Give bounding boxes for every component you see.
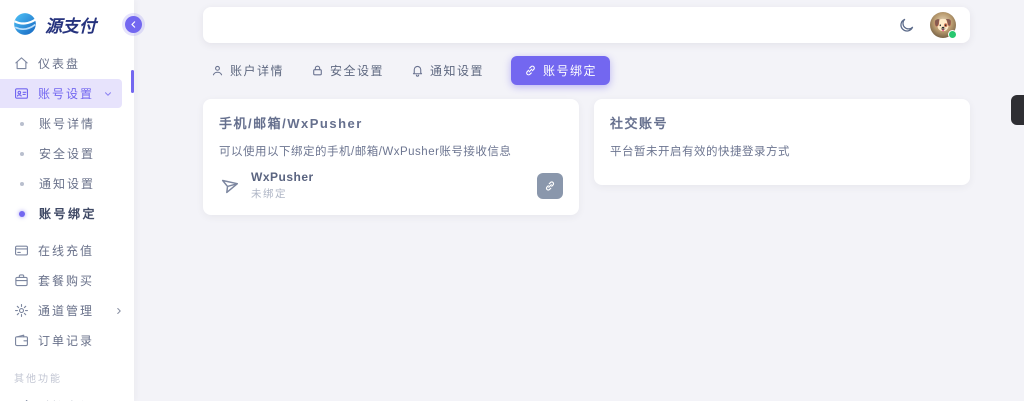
social-card-title: 社交账号 xyxy=(610,113,954,132)
tab-security-settings[interactable]: 安全设置 xyxy=(311,62,384,79)
sidebar-section-label: 其他功能 xyxy=(0,356,134,391)
link-icon xyxy=(524,64,537,77)
link-icon xyxy=(544,180,556,192)
dark-mode-toggle[interactable] xyxy=(898,17,915,34)
provider-status: 未绑定 xyxy=(251,186,314,201)
sidebar-item-api-keys[interactable]: 对接密钥 xyxy=(0,392,134,401)
sidebar-subitem-label: 安全设置 xyxy=(39,145,95,162)
chevron-right-icon xyxy=(114,306,124,316)
tab-label: 通知设置 xyxy=(430,62,484,79)
brand-name: 源支付 xyxy=(45,12,96,37)
cards-row: 手机/邮箱/WxPusher 可以使用以下绑定的手机/邮箱/WxPusher账号… xyxy=(203,99,970,215)
wallet-icon xyxy=(14,333,29,348)
binding-card-description: 可以使用以下绑定的手机/邮箱/WxPusher账号接收信息 xyxy=(219,143,563,159)
dashboard-icon xyxy=(14,56,29,71)
tab-account-binding[interactable]: 账号绑定 xyxy=(511,56,610,85)
sidebar-item-package-purchase[interactable]: 套餐购买 xyxy=(0,266,134,295)
sidebar-item-online-recharge[interactable]: 在线充值 xyxy=(0,236,134,265)
binding-card: 手机/邮箱/WxPusher 可以使用以下绑定的手机/邮箱/WxPusher账号… xyxy=(203,99,579,215)
globe-logo-icon xyxy=(12,11,38,37)
sidebar-subitem-security-settings[interactable]: 安全设置 xyxy=(0,139,134,168)
provider-name: WxPusher xyxy=(251,170,314,184)
user-avatar[interactable]: 🐶 xyxy=(930,12,956,38)
sidebar-item-dashboard[interactable]: 仪表盘 xyxy=(0,49,134,78)
bullet-dot-icon xyxy=(14,211,29,217)
bullet-dot-icon xyxy=(14,152,29,156)
tab-notification-settings[interactable]: 通知设置 xyxy=(411,62,484,79)
tab-label: 安全设置 xyxy=(330,62,384,79)
bind-wxpusher-button[interactable] xyxy=(537,173,563,199)
social-accounts-card: 社交账号 平台暂未开启有效的快捷登录方式 xyxy=(594,99,970,185)
sidebar-item-account-settings[interactable]: 账号设置 xyxy=(0,79,122,108)
bullet-dot-icon xyxy=(14,182,29,186)
chevron-down-icon xyxy=(103,89,113,99)
credit-card-icon xyxy=(14,243,29,258)
id-card-icon xyxy=(14,86,29,101)
sidebar-collapse-button[interactable] xyxy=(125,16,142,33)
provider-texts: WxPusher 未绑定 xyxy=(251,170,314,201)
wxpusher-provider-row: WxPusher 未绑定 xyxy=(219,170,563,201)
sidebar-subitem-label: 账号详情 xyxy=(39,115,95,132)
main-content: 🐶 账户详情 安全设置 通知设置 账号绑定 xyxy=(134,0,1024,401)
sidebar-item-label: 订单记录 xyxy=(38,332,94,349)
sidebar-nav: 仪表盘 账号设置 账号详情 安全设置 通知设置 账号绑定 xyxy=(0,46,134,401)
sidebar-subitem-account-binding[interactable]: 账号绑定 xyxy=(0,199,134,228)
sidebar-subitem-notification-settings[interactable]: 通知设置 xyxy=(0,169,134,198)
sidebar-item-label: 仪表盘 xyxy=(38,55,80,72)
lock-icon xyxy=(311,64,324,77)
sidebar-item-label: 账号设置 xyxy=(38,85,94,102)
tab-label: 账户详情 xyxy=(230,62,284,79)
tab-account-details[interactable]: 账户详情 xyxy=(211,62,284,79)
social-card-description: 平台暂未开启有效的快捷登录方式 xyxy=(610,143,954,159)
sidebar-item-label: 在线充值 xyxy=(38,242,94,259)
bullet-dot-icon xyxy=(14,122,29,126)
binding-card-title: 手机/邮箱/WxPusher xyxy=(219,113,563,132)
settings-drawer-handle[interactable] xyxy=(1011,95,1024,125)
sidebar-item-label: 套餐购买 xyxy=(38,272,94,289)
sidebar-item-order-records[interactable]: 订单记录 xyxy=(0,326,134,355)
active-menu-indicator xyxy=(131,70,134,93)
top-header-bar: 🐶 xyxy=(203,7,970,43)
sidebar-subitem-account-details[interactable]: 账号详情 xyxy=(0,109,134,138)
sidebar-item-channel-management[interactable]: 通道管理 xyxy=(0,296,134,325)
bell-icon xyxy=(411,64,424,77)
user-icon xyxy=(211,64,224,77)
wxpusher-logo-icon xyxy=(219,175,241,197)
briefcase-icon xyxy=(14,273,29,288)
sidebar: 源支付 仪表盘 账号设置 账号详情 安全设置 通知设 xyxy=(0,0,134,401)
chevron-left-icon xyxy=(129,20,138,29)
tab-label: 账号绑定 xyxy=(543,62,597,79)
settings-tabs: 账户详情 安全设置 通知设置 账号绑定 xyxy=(203,56,970,85)
brand-logo: 源支付 xyxy=(0,0,134,46)
sidebar-subitem-label: 账号绑定 xyxy=(39,205,97,222)
online-status-dot xyxy=(948,30,957,39)
moon-icon xyxy=(898,17,915,34)
gear-icon xyxy=(14,303,29,318)
sidebar-item-label: 通道管理 xyxy=(38,302,94,319)
sidebar-subitem-label: 通知设置 xyxy=(39,175,95,192)
